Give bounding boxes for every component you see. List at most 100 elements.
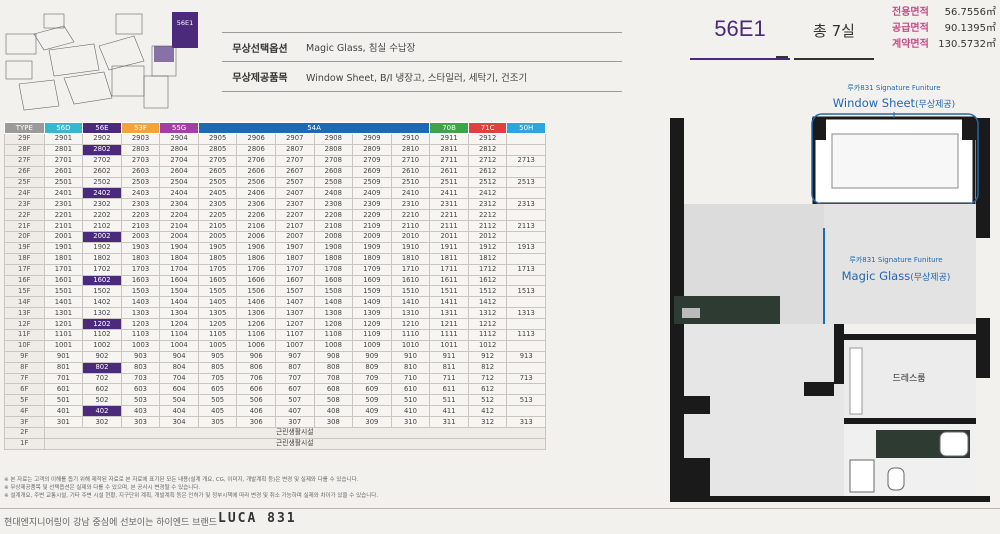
unit-cell: 1404 [159,296,199,309]
unit-cell: 309 [352,416,392,429]
unit-cell: 508 [313,394,354,407]
unit-cell: 812 [467,361,508,374]
unit-cell: 2204 [159,209,199,222]
unit-cell: 1606 [236,274,276,287]
unit-cell: 502 [82,394,122,407]
unit-cell [506,187,546,200]
page: 56E1 무상선택옵션 Magic Glass, 침실 수납장 무상제공품목 W… [0,0,1000,534]
unit-cell: 1904 [159,241,199,254]
unit-cell: 308 [313,416,354,429]
floor-label: 25F [4,176,45,189]
unit-cell: 2009 [352,231,392,243]
unit-cell: 2311 [429,198,469,211]
floor-label: 22F [4,209,45,222]
floor-label: 24F [4,187,45,200]
unit-cell: 1612 [467,274,508,287]
floor-label: 3F [4,416,45,429]
floor-label: 19F [4,241,45,254]
table-row: 22F 2201 2202 2203 2204 2205 2206 2207 2208 2209 2… [4,209,546,222]
unit-cell: 1009 [352,339,392,352]
unit-cell [506,405,546,418]
floor-label: 9F [4,350,45,363]
unit-cell: 1306 [236,307,276,320]
unit-cell: 2112 [467,220,508,233]
unit-cell: 1310 [390,307,431,320]
unit-cell: 1908 [313,241,354,254]
unit-cell: 701 [43,372,84,385]
table-row: 5F 501 502 503 504 505 506 507 508 509 510 511 512 51… [4,394,546,407]
unit-cell: 303 [120,416,161,429]
unit-cell: 2402 [82,187,122,200]
unit-cell: 504 [159,394,199,407]
unit-cell: 710 [390,372,431,385]
unit-cell: 2106 [236,220,276,233]
unit-cell: 2711 [429,154,469,167]
unit-cell: 2811 [429,143,469,156]
unit-cell: 2609 [352,165,392,178]
unit-cell: 1006 [236,339,276,352]
unit-cell: 1708 [313,263,354,276]
unit-cell [506,274,546,287]
unit-cell: 1110 [390,329,431,341]
unit-cell: 1704 [159,263,199,276]
unit-cell: 2704 [159,154,199,167]
unit-cell: 1808 [313,252,354,265]
unit-cell: 804 [159,361,199,374]
floor-label: 21F [4,220,45,233]
unit-cell [506,339,546,352]
unit-cell: 2802 [82,143,122,156]
table-row: 24F 2401 2402 2403 2404 2405 2406 2407 2408 2409 2… [4,187,546,200]
unit-cell: 2203 [120,209,161,222]
unit-cell: 2105 [197,220,238,233]
unit-cell: 1512 [467,285,508,298]
unit-cell [506,165,546,178]
unit-cell: 2507 [274,176,315,189]
unit-cell: 2702 [82,154,122,167]
unit-cell: 2406 [236,187,276,200]
unit-cell: 1112 [467,329,508,341]
table-row: 10F 1001 1002 1003 1004 1005 1006 1007 1008 1009 1… [4,339,546,352]
unit-cell: 2812 [467,143,508,156]
unit-cell: 2411 [429,187,469,200]
unit-cell: 1601 [43,274,84,287]
unit-cell: 702 [82,372,122,385]
unit-cell: 1208 [313,318,354,331]
unit-cell: 2301 [43,198,84,211]
unit-cell: 2902 [82,133,122,145]
unit-cell: 2008 [313,231,354,243]
unit-cell: 401 [43,405,84,418]
unit-cell: 302 [82,416,122,429]
unit-cell: 404 [159,405,199,418]
unit-cell: 2113 [506,220,546,233]
unit-cell: 1008 [313,339,354,352]
unit-cell: 2212 [467,209,508,222]
unit-cell: 1111 [429,329,469,341]
floor-label: 29F [4,133,45,145]
unit-table-wrap: TYPE 56D 56E 53F 55G 54A 70B 71C 50H 29F 2901 2902… [4,122,547,450]
unit-cell: 2505 [197,176,238,189]
option-row-free-select: 무상선택옵션 Magic Glass, 침실 수납장 [222,32,622,62]
unit-cell: 2705 [197,154,238,167]
amenity-cell: 근린생활시설 [43,437,547,450]
unit-cell: 1910 [390,241,431,254]
unit-cell [506,252,546,265]
unit-cell: 2801 [43,143,84,156]
unit-cell: 1401 [43,296,84,309]
unit-cell: 2708 [313,154,354,167]
option-list: 무상선택옵션 Magic Glass, 침실 수납장 무상제공품목 Window… [222,32,622,92]
table-header-type: TYPE [4,122,45,134]
unit-cell: 1309 [352,307,392,320]
unit-cell: 2102 [82,220,122,233]
area-label: 전용면적 [892,7,929,18]
unit-cell: 1912 [467,241,508,254]
callout-glass-title: Magic Glass [842,269,911,283]
unit-cell: 1301 [43,307,84,320]
unit-cell: 1311 [429,307,469,320]
unit-cell: 1106 [236,329,276,341]
unit-cell: 912 [467,350,508,363]
unit-cell: 2603 [120,165,161,178]
unit-cell: 709 [352,372,392,385]
unit-cell: 1802 [82,252,122,265]
unit-cell: 1303 [120,307,161,320]
unit-cell: 712 [467,372,508,385]
